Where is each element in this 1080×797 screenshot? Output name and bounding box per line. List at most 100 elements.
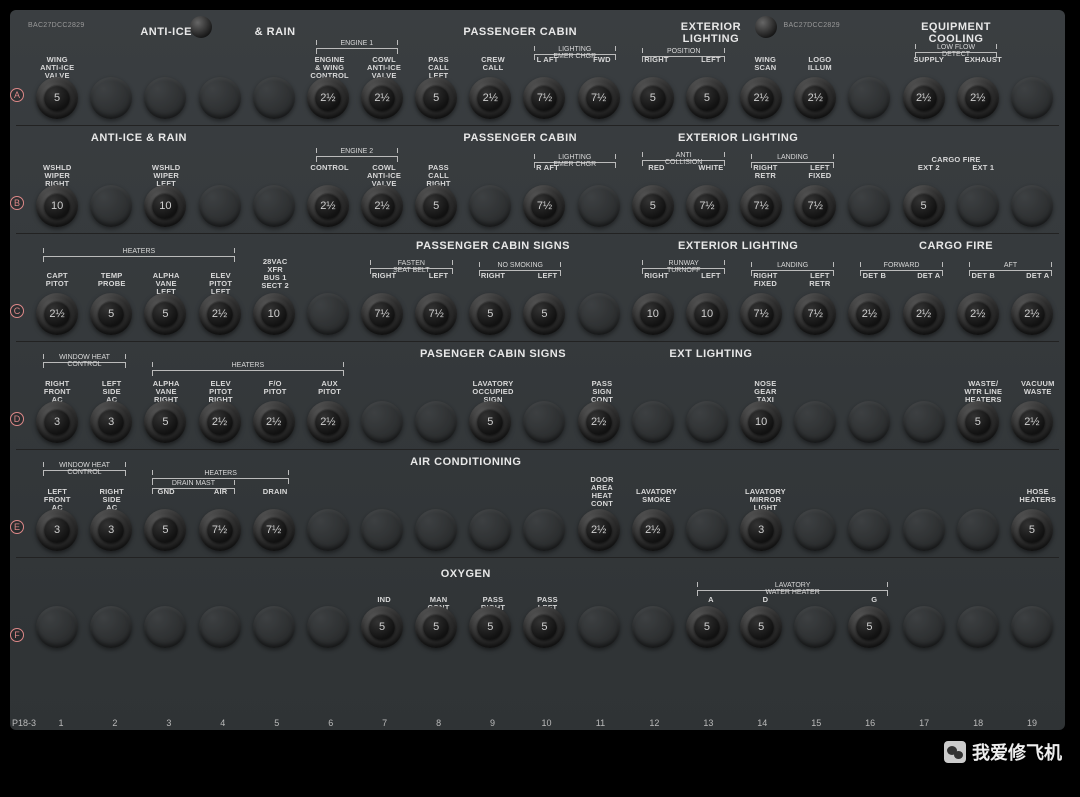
circuit-breaker[interactable]: 5	[848, 606, 890, 648]
circuit-breaker[interactable]: 5	[415, 185, 457, 227]
circuit-breaker[interactable]: 5	[686, 606, 728, 648]
circuit-breaker[interactable]: 2½	[903, 77, 945, 119]
circuit-breaker[interactable]: 10	[144, 185, 186, 227]
circuit-breaker[interactable]: 2½	[199, 401, 241, 443]
breaker-blank	[903, 606, 945, 648]
breaker-blank	[90, 77, 132, 119]
breaker-label: 28VAC XFR BUS 1 SECT 2	[248, 258, 302, 290]
breaker-blank	[848, 185, 890, 227]
circuit-breaker[interactable]: 7½	[794, 293, 836, 335]
breaker-label: L AFT	[521, 56, 575, 64]
circuit-breaker[interactable]: 7½	[415, 293, 457, 335]
circuit-breaker[interactable]: 3	[740, 509, 782, 551]
circuit-breaker[interactable]: 7½	[361, 293, 403, 335]
circuit-breaker[interactable]: 7½	[253, 509, 295, 551]
circuit-breaker[interactable]: 2½	[1011, 401, 1053, 443]
watermark: 我爱修飞机	[944, 739, 1062, 765]
breaker-label: RIGHT FIXED	[738, 272, 792, 288]
circuit-breaker[interactable]: 5	[361, 606, 403, 648]
circuit-breaker[interactable]: 7½	[199, 509, 241, 551]
breaker-blank	[578, 293, 620, 335]
breaker-blank	[199, 77, 241, 119]
breaker-blank	[361, 509, 403, 551]
circuit-breaker[interactable]: 2½	[848, 293, 890, 335]
breaker-blank	[90, 185, 132, 227]
col-number: 10	[520, 718, 574, 728]
bracket-label: FORWARD	[860, 262, 942, 269]
circuit-breaker[interactable]: 2½	[1011, 293, 1053, 335]
circuit-breaker[interactable]: 5	[1011, 509, 1053, 551]
breaker-label: SUPPLY	[902, 56, 956, 64]
circuit-breaker[interactable]: 5	[36, 77, 78, 119]
circuit-breaker[interactable]: 5	[144, 509, 186, 551]
circuit-breaker[interactable]: 10	[686, 293, 728, 335]
col-number: 15	[789, 718, 843, 728]
circuit-breaker[interactable]: 5	[957, 401, 999, 443]
circuit-breaker[interactable]: 7½	[523, 77, 565, 119]
circuit-breaker[interactable]: 10	[632, 293, 674, 335]
circuit-breaker[interactable]: 5	[415, 606, 457, 648]
breaker-label: EXT 1	[956, 164, 1010, 172]
circuit-breaker[interactable]: 10	[36, 185, 78, 227]
circuit-breaker[interactable]: 5	[523, 293, 565, 335]
circuit-breaker[interactable]: 7½	[794, 185, 836, 227]
circuit-breaker[interactable]: 2½	[632, 509, 674, 551]
circuit-breaker[interactable]: 2½	[740, 77, 782, 119]
circuit-breaker[interactable]: 7½	[740, 293, 782, 335]
circuit-breaker[interactable]: 5	[523, 606, 565, 648]
circuit-breaker[interactable]: 5	[144, 293, 186, 335]
circuit-breaker[interactable]: 7½	[740, 185, 782, 227]
breaker-label: DOOR AREA HEAT CONT	[575, 476, 629, 508]
circuit-breaker[interactable]: 2½	[578, 401, 620, 443]
circuit-breaker[interactable]: 5	[740, 606, 782, 648]
breaker-blank	[90, 606, 132, 648]
circuit-breaker[interactable]: 3	[36, 509, 78, 551]
breaker-blank	[686, 401, 728, 443]
breaker-label: LEFT RETR	[793, 272, 847, 288]
circuit-breaker[interactable]: 2½	[578, 509, 620, 551]
circuit-breaker[interactable]: 2½	[307, 185, 349, 227]
circuit-breaker[interactable]: 5	[90, 293, 132, 335]
circuit-breaker[interactable]: 5	[632, 185, 674, 227]
group-header: EXTERIOR LIGHTING	[658, 240, 818, 252]
circuit-breaker[interactable]: 2½	[36, 293, 78, 335]
bracket-label: DRAIN MAST	[152, 480, 234, 487]
circuit-breaker[interactable]: 5	[686, 77, 728, 119]
circuit-breaker[interactable]: 7½	[686, 185, 728, 227]
circuit-breaker[interactable]: 10	[740, 401, 782, 443]
circuit-breaker[interactable]: 10	[253, 293, 295, 335]
circuit-breaker[interactable]: 3	[90, 401, 132, 443]
bracket-label: WINDOW HEAT CONTROL	[43, 462, 125, 469]
circuit-breaker[interactable]: 2½	[903, 293, 945, 335]
circuit-breaker[interactable]: 5	[469, 606, 511, 648]
breaker-label: EXT 2	[902, 164, 956, 172]
bracket-label: WINDOW HEAT CONTROL	[43, 354, 125, 361]
circuit-breaker[interactable]: 2½	[361, 185, 403, 227]
row-labels: PASSENGER CABIN SIGNSEXTERIOR LIGHTINGCA…	[30, 234, 1059, 294]
circuit-breaker[interactable]: 2½	[957, 293, 999, 335]
breaker-label: TEMP PROBE	[85, 272, 139, 288]
circuit-breaker[interactable]: 2½	[957, 77, 999, 119]
circuit-breaker[interactable]: 3	[36, 401, 78, 443]
group-header: PASSENGER CABIN SIGNS	[413, 240, 573, 252]
breaker-label: A	[684, 596, 738, 604]
circuit-breaker[interactable]: 2½	[307, 401, 349, 443]
circuit-breaker[interactable]: 5	[469, 293, 511, 335]
circuit-breaker[interactable]: 2½	[794, 77, 836, 119]
circuit-breaker[interactable]: 3	[90, 509, 132, 551]
circuit-breaker[interactable]: 5	[415, 77, 457, 119]
breaker-blank	[1011, 77, 1053, 119]
circuit-breaker[interactable]: 2½	[307, 77, 349, 119]
circuit-breaker[interactable]: 2½	[361, 77, 403, 119]
circuit-breaker[interactable]: 2½	[469, 77, 511, 119]
circuit-breaker[interactable]: 7½	[523, 185, 565, 227]
circuit-breaker[interactable]: 5	[632, 77, 674, 119]
circuit-breaker[interactable]: 5	[144, 401, 186, 443]
circuit-breaker[interactable]: 5	[903, 185, 945, 227]
row-letter: C	[10, 304, 24, 318]
circuit-breaker[interactable]: 5	[469, 401, 511, 443]
circuit-breaker[interactable]: 2½	[253, 401, 295, 443]
circuit-breaker[interactable]: 2½	[199, 293, 241, 335]
circuit-breaker[interactable]: 7½	[578, 77, 620, 119]
breaker-blank	[957, 185, 999, 227]
